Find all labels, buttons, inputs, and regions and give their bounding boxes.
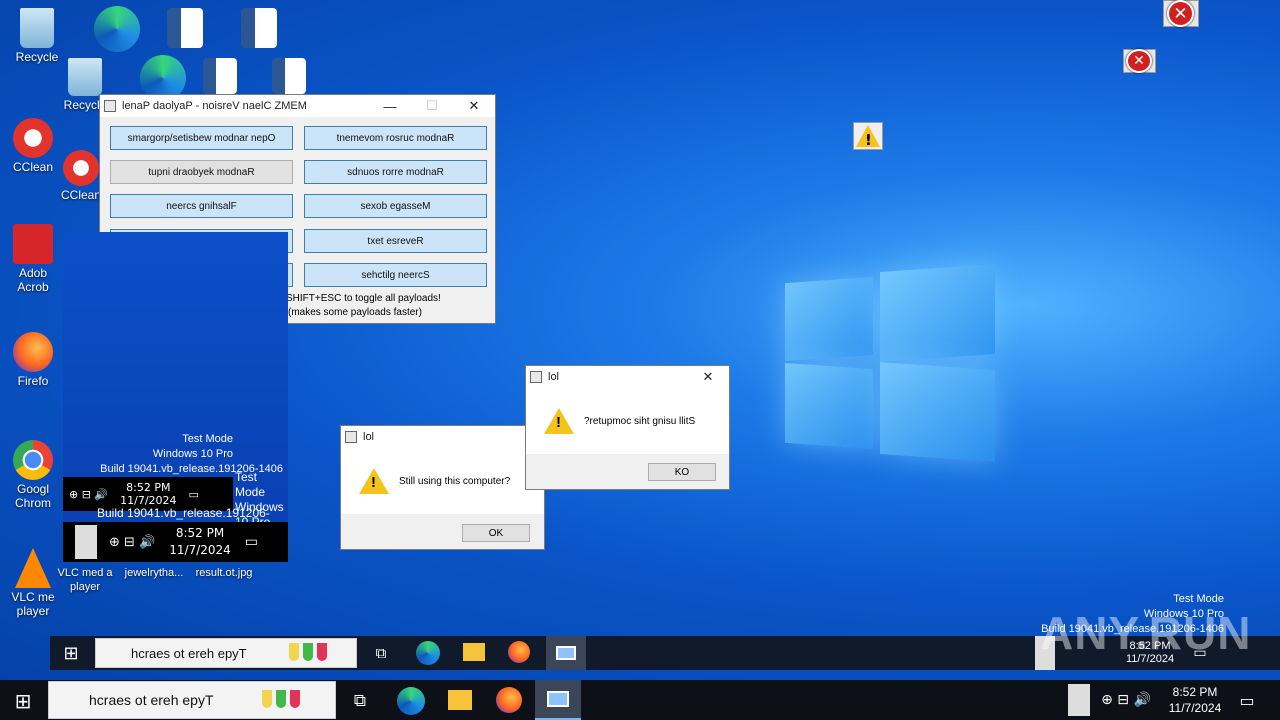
dialog-message-2: ?retupmoc siht gnisu llitS xyxy=(584,415,696,427)
warning-icon xyxy=(856,125,880,149)
window-title: lenaP daolyaP - noisreV naelC ZMEM xyxy=(122,100,307,112)
task-view-icon[interactable]: ⧉ xyxy=(348,689,372,713)
warning-icon-2 xyxy=(544,408,574,434)
app-icon xyxy=(104,100,116,112)
vlc-player-echo-label[interactable]: VLC med a player xyxy=(50,566,120,594)
file-explorer-icon[interactable] xyxy=(448,690,472,710)
firefox-icon[interactable]: Firefo xyxy=(0,332,68,388)
clock-time: 8:52 PM xyxy=(1172,685,1218,699)
lab-flasks-icon xyxy=(287,642,329,664)
message-dialog-reversed: lol ✕ ?retupmoc siht gnisu llitS KO xyxy=(525,365,730,490)
warning-icon-frame xyxy=(853,122,883,150)
file-result-label[interactable]: result.ot.jpg xyxy=(186,566,262,580)
windows-logo xyxy=(785,258,1000,463)
payload-button-screen-glitches[interactable]: sehctilg neercS xyxy=(304,263,487,287)
error-x-icon: ✕ xyxy=(1167,0,1194,27)
payload-button-open-random[interactable]: smargorp/setisbew modnar nepO xyxy=(110,126,293,150)
notification-icon-2: ▭ xyxy=(244,534,259,550)
adobe-acrobat-icon[interactable]: Adob Acrob xyxy=(0,224,68,294)
maximize-button[interactable]: ☐ xyxy=(411,95,453,117)
hint-text: SHIFT+ESC to toggle all payloads! xyxy=(286,293,441,304)
notification-icon: ▭ xyxy=(188,487,199,501)
clone-tray-icons-2: ⊕ ⊟ 🔊 xyxy=(109,534,156,550)
anyrun-logo: ANY.RUN xyxy=(1040,607,1252,659)
dialog-body: Still using this computer? xyxy=(341,448,544,514)
desktop: Recycle Recycle CClean CClean Adob Acrob… xyxy=(0,0,1280,680)
edge-icon[interactable] xyxy=(82,6,152,54)
clone-time-2: 8:52 PM xyxy=(175,526,225,540)
dialog-message: Still using this computer? xyxy=(399,475,511,487)
screen-tunnel-clone: Test Mode Windows 10 Pro Build 19041.vb_… xyxy=(63,232,288,562)
search-box-echo[interactable]: hcraes ot ereh epyT xyxy=(95,638,357,668)
clone-date-2: 11/7/2024 xyxy=(169,543,231,557)
clone-tray-icons: ⊕ ⊟ 🔊 xyxy=(69,487,109,501)
word-doc-echo-icon[interactable] xyxy=(185,58,255,96)
payload-button-keyboard[interactable]: tupni draobyek modnaR xyxy=(110,160,293,184)
clock-date: 11/7/2024 xyxy=(1168,701,1222,715)
recycle-bin-icon[interactable]: Recycle xyxy=(2,8,72,64)
close-button[interactable]: ✕ xyxy=(453,95,495,117)
notification-center-icon[interactable]: ▭ xyxy=(1236,690,1258,710)
payload-button-message-boxes[interactable]: sexob egasseM xyxy=(304,194,487,218)
payload-button-cursor[interactable]: tnemevom rosruc modnaR xyxy=(304,126,487,150)
system-clock[interactable]: 8:52 PM 11/7/2024 xyxy=(1158,684,1232,716)
edge-taskbar-icon[interactable] xyxy=(397,687,425,715)
dialog-titlebar-2: lol ✕ xyxy=(526,366,729,388)
message-dialog: lol Still using this computer? OK xyxy=(340,425,545,550)
clone-taskbar-large: ⊕ ⊟ 🔊 8:52 PM 11/7/2024 ▭ xyxy=(63,522,288,562)
edge-taskbar-icon-echo[interactable] xyxy=(416,641,440,665)
memz-titlebar: lenaP daolyaP - noisreV naelC ZMEM — ☐ ✕ xyxy=(100,95,495,117)
dialog-titlebar: lol xyxy=(341,426,544,448)
tray-scroll-stub xyxy=(1068,684,1090,716)
firefox-taskbar-icon[interactable] xyxy=(496,687,522,713)
folder-taskbar-icon-echo[interactable] xyxy=(463,643,485,661)
dialog-app-icon xyxy=(345,431,357,443)
memz-app-icon xyxy=(547,691,569,707)
dialog-title-2: lol xyxy=(548,371,560,383)
search-input[interactable]: hcraes ot ereh epyT xyxy=(48,681,336,719)
lab-flasks-icon-2 xyxy=(260,689,302,711)
word-doc-echo-icon-2[interactable] xyxy=(254,58,324,96)
payload-button-error-sounds[interactable]: sdnuos rorre modnaR xyxy=(304,160,487,184)
task-view-icon-echo[interactable]: ⧉ xyxy=(370,642,392,664)
dialog-body-2: ?retupmoc siht gnisu llitS xyxy=(526,388,729,454)
error-x-icon-2: ✕ xyxy=(1126,49,1152,73)
dialog-app-icon-2 xyxy=(530,371,542,383)
tray-icons[interactable]: ⊕ ⊟ 🔊 xyxy=(1096,690,1156,710)
memz-taskbar-icon-echo[interactable] xyxy=(546,636,586,670)
warning-icon xyxy=(359,468,389,494)
word-doc-icon[interactable] xyxy=(150,8,220,50)
word-doc-icon-2[interactable] xyxy=(224,8,294,50)
ok-button[interactable]: OK xyxy=(462,524,530,542)
clone-scrollbar xyxy=(75,525,97,559)
start-icon-echo[interactable]: ⊞ xyxy=(58,640,84,666)
file-jewelry-label[interactable]: jewelrytha... xyxy=(116,566,192,580)
memz-taskbar-button[interactable] xyxy=(535,680,581,720)
payload-button-reverse-text[interactable]: txet esreveR xyxy=(304,229,487,253)
start-icon[interactable]: ⊞ xyxy=(10,688,36,714)
hint-text-2: (makes some payloads faster) xyxy=(288,307,422,318)
firefox-taskbar-icon-echo[interactable] xyxy=(508,641,530,663)
dialog-close-button[interactable]: ✕ xyxy=(687,366,729,388)
clone-time: 8:52 PM xyxy=(126,481,171,494)
payload-button-flashing[interactable]: neercs gnihsalF xyxy=(110,194,293,218)
dialog-title: lol xyxy=(363,431,375,443)
minimize-button[interactable]: — xyxy=(369,95,411,117)
taskbar: ⊞ hcraes ot ereh epyT ⧉ ⊕ ⊟ 🔊 8:52 PM 11… xyxy=(0,680,1280,720)
clone-watermark: Test Mode Windows 10 Pro Build 19041.vb_… xyxy=(100,433,283,475)
ko-button[interactable]: KO xyxy=(648,463,716,481)
